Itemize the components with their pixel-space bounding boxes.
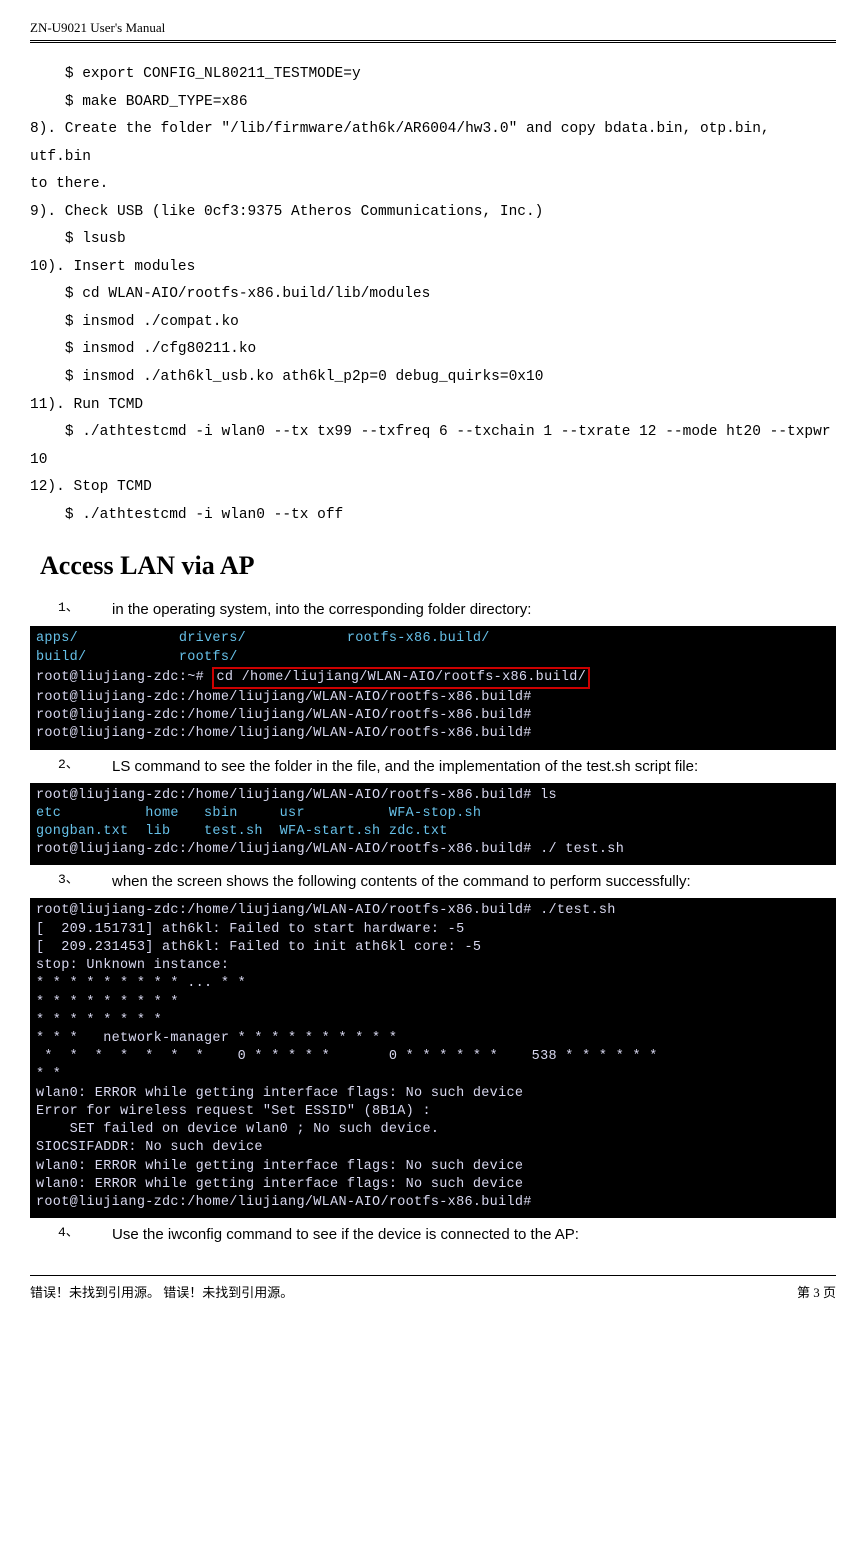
term-line: * * * network-manager * * * * * * * * * … [36, 1031, 397, 1046]
list-item: 4、 Use the iwconfig command to see if th… [30, 1224, 836, 1245]
term-line: root@liujiang-zdc:/home/liujiang/WLAN-AI… [36, 726, 532, 741]
term-line: SIOCSIFADDR: No such device [36, 1140, 263, 1155]
term-line: * * [36, 1067, 61, 1082]
code-line: 10 [30, 452, 47, 468]
list-item: 1、 in the operating system, into the cor… [30, 599, 836, 620]
term-line: root@liujiang-zdc:/home/liujiang/WLAN-AI… [36, 1195, 532, 1210]
term-line: wlan0: ERROR while getting interface fla… [36, 1086, 523, 1101]
term-line: * * * * * * * 0 * * * * * 0 * * * * * * … [36, 1049, 658, 1064]
code-line: 12). Stop TCMD [30, 479, 152, 495]
item-text: in the operating system, into the corres… [112, 599, 836, 620]
term-line: root@liujiang-zdc:/home/liujiang/WLAN-AI… [36, 708, 532, 723]
list-item: 2、 LS command to see the folder in the f… [30, 756, 836, 777]
term-line: stop: Unknown instance: [36, 958, 229, 973]
item-number: 4、 [30, 1224, 112, 1245]
code-line: 11). Run TCMD [30, 397, 143, 413]
code-line: $ ./athtestcmd -i wlan0 --tx off [30, 507, 343, 523]
code-line: $ insmod ./compat.ko [30, 314, 239, 330]
item-number: 3、 [30, 871, 112, 892]
code-block: $ export CONFIG_NL80211_TESTMODE=y $ mak… [30, 61, 836, 529]
term-line: [ 209.231453] ath6kl: Failed to init ath… [36, 940, 481, 955]
item-number: 1、 [30, 599, 112, 620]
code-line: 9). Check USB (like 0cf3:9375 Atheros Co… [30, 204, 543, 220]
term-line: root@liujiang-zdc:/home/liujiang/WLAN-AI… [36, 842, 624, 857]
code-line: $ export CONFIG_NL80211_TESTMODE=y [30, 66, 361, 82]
footer-right: 第 3 页 [797, 1282, 836, 1301]
term-line: apps/ drivers/ rootfs-x86.build/ [36, 631, 490, 646]
footer-left: 错误！未找到引用源。 错误！未找到引用源。 [30, 1282, 293, 1301]
term-line: SET failed on device wlan0 ; No such dev… [36, 1122, 439, 1137]
term-line: Error for wireless request "Set ESSID" (… [36, 1104, 431, 1119]
term-line: gongban.txt lib test.sh WFA-start.sh zdc… [36, 824, 448, 839]
term-line: build/ rootfs/ [36, 650, 238, 665]
page-footer: 错误！未找到引用源。 错误！未找到引用源。 第 3 页 [30, 1275, 836, 1301]
code-line: 10). Insert modules [30, 259, 195, 275]
item-text: when the screen shows the following cont… [112, 871, 836, 892]
terminal-screenshot-2: root@liujiang-zdc:/home/liujiang/WLAN-AI… [30, 783, 836, 866]
term-line: [ 209.151731] ath6kl: Failed to start ha… [36, 922, 464, 937]
code-line: $ insmod ./ath6kl_usb.ko ath6kl_p2p=0 de… [30, 369, 543, 385]
header-rule [30, 42, 836, 43]
term-line: * * * * * * * * * ... * * [36, 976, 246, 991]
code-line: $ make BOARD_TYPE=x86 [30, 94, 248, 110]
term-line: root@liujiang-zdc:/home/liujiang/WLAN-AI… [36, 903, 616, 918]
item-number: 2、 [30, 756, 112, 777]
term-line: * * * * * * * * * [36, 995, 179, 1010]
item-text: Use the iwconfig command to see if the d… [112, 1224, 836, 1245]
code-line: to there. [30, 176, 108, 192]
term-line: etc home sbin usr WFA-stop.sh [36, 806, 481, 821]
code-line: $ lsusb [30, 231, 126, 247]
term-line: wlan0: ERROR while getting interface fla… [36, 1177, 523, 1192]
code-line: $ insmod ./cfg80211.ko [30, 341, 256, 357]
page-header: ZN-U9021 User's Manual [30, 20, 836, 41]
term-line: root@liujiang-zdc:/home/liujiang/WLAN-AI… [36, 690, 532, 705]
item-text: LS command to see the folder in the file… [112, 756, 836, 777]
term-line: wlan0: ERROR while getting interface fla… [36, 1159, 523, 1174]
highlighted-command: cd /home/liujiang/WLAN-AIO/rootfs-x86.bu… [212, 667, 590, 689]
section-heading-access-lan: Access LAN via AP [40, 551, 836, 581]
term-line: root@liujiang-zdc:/home/liujiang/WLAN-AI… [36, 788, 557, 803]
terminal-screenshot-3: root@liujiang-zdc:/home/liujiang/WLAN-AI… [30, 898, 836, 1218]
term-line: root@liujiang-zdc:~# cd /home/liujiang/W… [36, 670, 590, 685]
code-line: 8). Create the folder "/lib/firmware/ath… [30, 121, 778, 165]
term-line: * * * * * * * * [36, 1013, 162, 1028]
list-item: 3、 when the screen shows the following c… [30, 871, 836, 892]
code-line: $ ./athtestcmd -i wlan0 --tx tx99 --txfr… [30, 424, 831, 440]
code-line: $ cd WLAN-AIO/rootfs-x86.build/lib/modul… [30, 286, 430, 302]
terminal-screenshot-1: apps/ drivers/ rootfs-x86.build/ build/ … [30, 626, 836, 749]
